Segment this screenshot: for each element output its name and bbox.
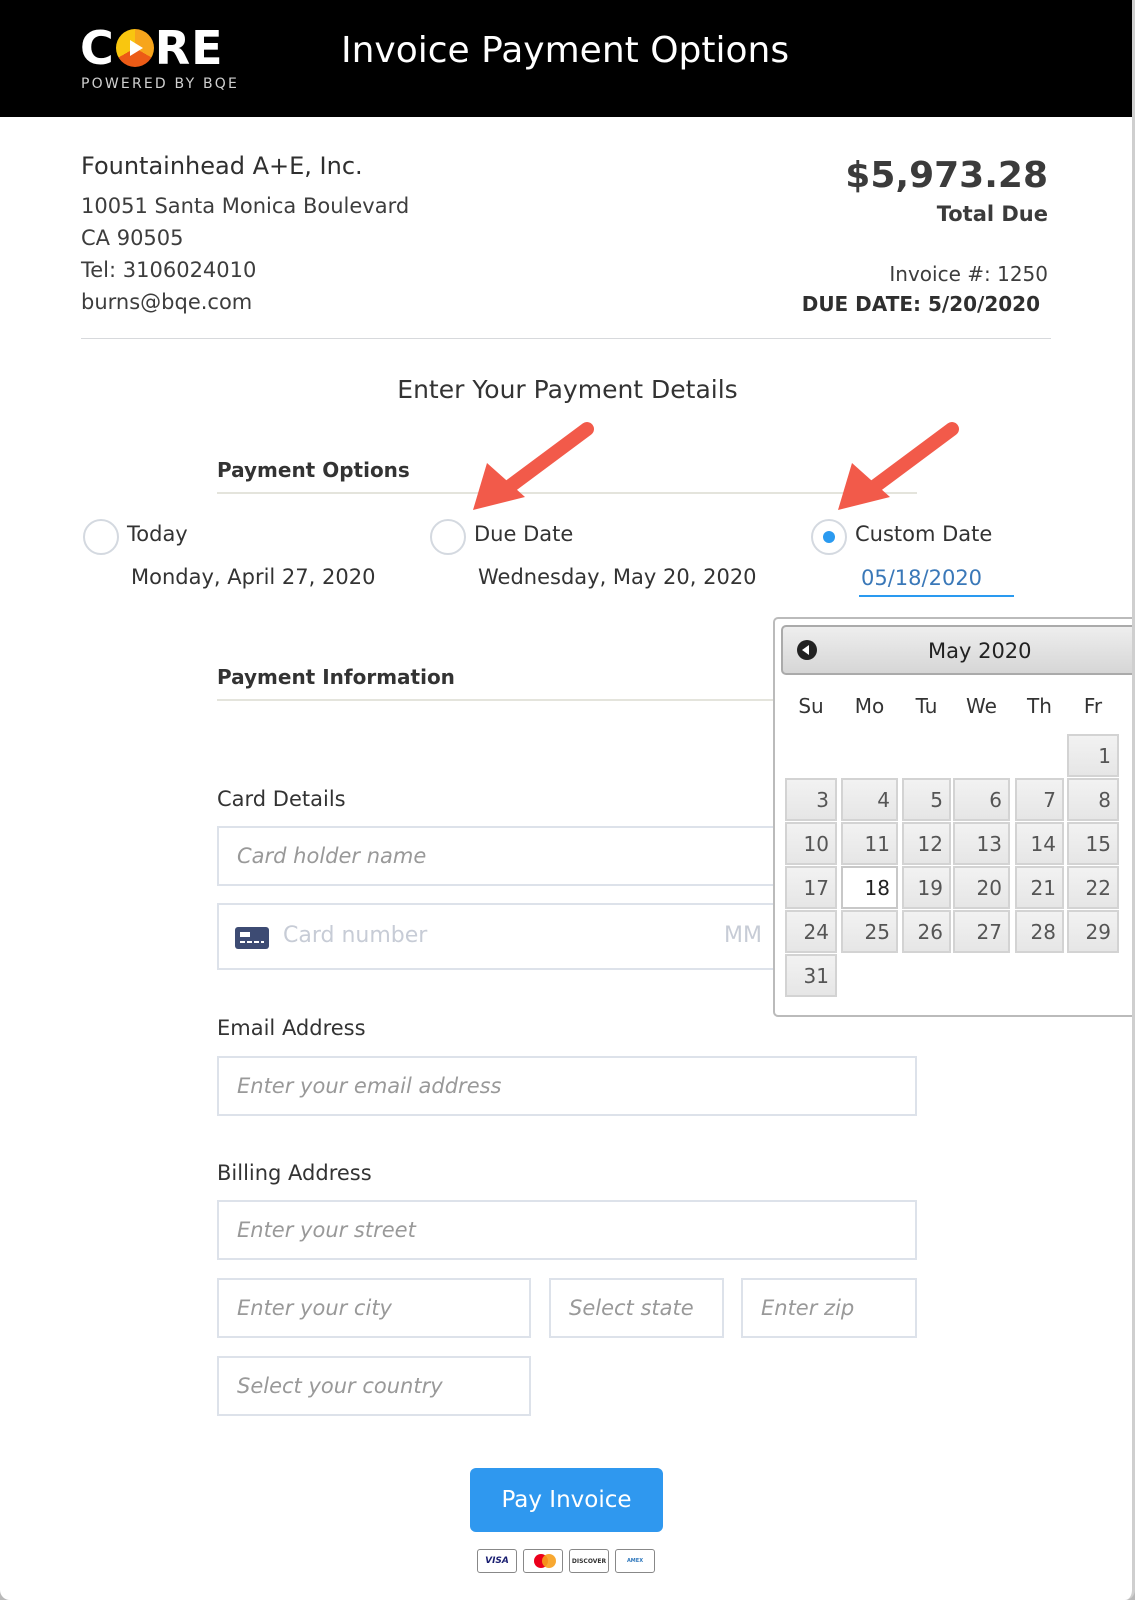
pay-invoice-button[interactable]: Pay Invoice xyxy=(470,1468,663,1532)
calendar-day[interactable]: 13 xyxy=(953,822,1010,865)
payment-options-heading: Payment Options xyxy=(217,458,410,482)
prev-month-icon[interactable] xyxy=(797,640,817,660)
option-today-label: Today xyxy=(127,522,188,546)
calendar-day[interactable]: 21 xyxy=(1015,866,1064,909)
calendar-day[interactable]: 20 xyxy=(953,866,1010,909)
state-select[interactable] xyxy=(549,1278,724,1338)
calendar-day[interactable]: 11 xyxy=(841,822,898,865)
company-name: Fountainhead A+E, Inc. xyxy=(81,152,363,180)
card-details-label: Card Details xyxy=(217,787,346,811)
core-logo: C RE POWERED BY BQE xyxy=(80,21,240,92)
calendar-day[interactable]: 12 xyxy=(902,822,951,865)
calendar-day[interactable]: 6 xyxy=(953,778,1010,821)
payment-information-heading: Payment Information xyxy=(217,665,455,689)
header-bar: C RE POWERED BY BQE Invoice Payment Optio… xyxy=(0,0,1132,117)
calendar-day[interactable]: 4 xyxy=(841,778,898,821)
city-input[interactable] xyxy=(217,1278,531,1338)
calendar-day[interactable]: 17 xyxy=(785,866,837,909)
company-phone: Tel: 3106024010 xyxy=(81,258,257,282)
amex-icon: AMEX xyxy=(615,1549,655,1573)
form-title: Enter Your Payment Details xyxy=(397,375,738,404)
custom-date-input[interactable] xyxy=(859,561,1014,597)
weekday-header: Fr xyxy=(1083,694,1103,718)
calendar-day[interactable]: 10 xyxy=(785,822,837,865)
weekday-header: We xyxy=(966,694,997,718)
annotation-arrow-icon xyxy=(473,422,594,510)
option-today-date: Monday, April 27, 2020 xyxy=(131,565,376,589)
play-circle-icon xyxy=(115,29,154,67)
total-due-label: Total Due xyxy=(936,202,1048,226)
zip-input[interactable] xyxy=(741,1278,917,1338)
company-address-line1: 10051 Santa Monica Boulevard xyxy=(81,194,410,218)
page-frame: C RE POWERED BY BQE Invoice Payment Optio… xyxy=(0,0,1135,1600)
invoice-summary: $5,973.28 Total Due Invoice #: 1250 DUE … xyxy=(802,154,1048,316)
invoice-number: Invoice #: 1250 xyxy=(889,262,1048,286)
calendar-day[interactable]: 28 xyxy=(1015,910,1064,953)
credit-card-icon xyxy=(235,927,269,949)
calendar-day[interactable]: 27 xyxy=(953,910,1010,953)
weekday-header: Su xyxy=(798,694,824,718)
calendar-day[interactable]: 3 xyxy=(785,778,837,821)
total-amount: $5,973.28 xyxy=(845,155,1048,196)
weekday-header: Mo xyxy=(854,694,885,718)
calendar-day[interactable]: 22 xyxy=(1067,866,1119,909)
discover-icon: DISCOVER xyxy=(569,1549,609,1573)
mastercard-icon xyxy=(523,1549,563,1573)
datepicker-month-title: May 2020 xyxy=(928,639,1032,663)
page-title: Invoice Payment Options xyxy=(341,30,790,71)
calendar-day[interactable]: 7 xyxy=(1015,778,1064,821)
calendar-day[interactable]: 24 xyxy=(785,910,837,953)
calendar-day[interactable]: 15 xyxy=(1067,822,1119,865)
calendar-day[interactable]: 26 xyxy=(902,910,951,953)
radio-today[interactable] xyxy=(83,519,119,555)
company-email: burns@bqe.com xyxy=(81,290,253,314)
card-number-placeholder: Card number xyxy=(283,923,428,948)
option-custom-date-label: Custom Date xyxy=(855,522,993,546)
company-info: Fountainhead A+E, Inc. 10051 Santa Monic… xyxy=(81,152,409,318)
divider xyxy=(81,338,1051,339)
company-address-line2: CA 90505 xyxy=(81,226,184,250)
due-date: DUE DATE: 5/20/2020 xyxy=(801,292,1040,316)
option-due-date-label: Due Date xyxy=(474,522,574,546)
radio-due-date[interactable] xyxy=(430,519,466,555)
calendar-day[interactable]: 1 xyxy=(1067,734,1119,777)
datepicker-header: May 2020 xyxy=(781,625,1132,675)
weekday-header: Tu xyxy=(915,694,938,718)
weekday-header: Th xyxy=(1027,694,1052,718)
calendar-day[interactable]: 8 xyxy=(1067,778,1119,821)
calendar-day[interactable]: 25 xyxy=(841,910,898,953)
country-select[interactable] xyxy=(217,1356,531,1416)
logo-tagline: POWERED BY BQE xyxy=(81,76,240,92)
accepted-cards: VISA DISCOVER AMEX xyxy=(477,1549,655,1573)
calendar-day[interactable]: 19 xyxy=(902,866,951,909)
calendar-day[interactable]: 29 xyxy=(1067,910,1119,953)
option-due-date-date: Wednesday, May 20, 2020 xyxy=(478,565,757,589)
card-expiry-placeholder: MM xyxy=(724,923,762,948)
calendar-day[interactable]: 5 xyxy=(902,778,951,821)
calendar-day[interactable]: 14 xyxy=(1015,822,1064,865)
street-input[interactable] xyxy=(217,1200,917,1260)
annotation-arrow-icon xyxy=(838,422,959,510)
calendar-day[interactable]: 31 xyxy=(785,954,837,997)
email-label: Email Address xyxy=(217,1016,366,1040)
radio-custom-date[interactable] xyxy=(811,519,847,555)
billing-address-label: Billing Address xyxy=(217,1161,372,1185)
datepicker-popup: May 2020 Su Mo Tu We Th Fr 1 3 4 5 6 7 8 10 11 12 13 14 15… xyxy=(773,617,1132,1017)
calendar-day[interactable]: 18 xyxy=(841,866,898,909)
visa-icon: VISA xyxy=(477,1549,517,1573)
email-input[interactable] xyxy=(217,1056,917,1116)
